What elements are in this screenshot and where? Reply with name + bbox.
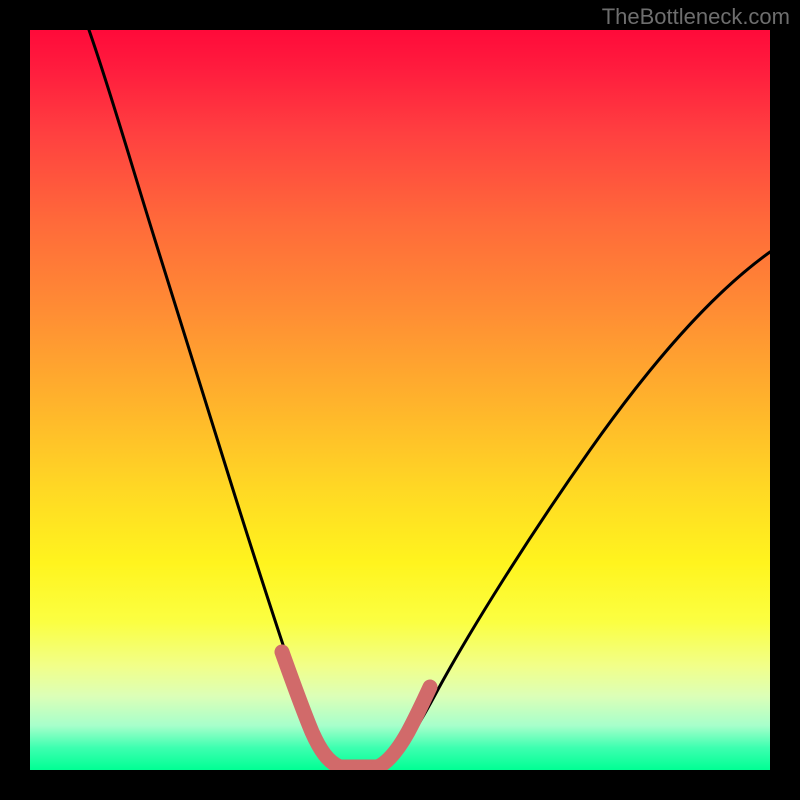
highlight-right <box>378 687 430 767</box>
bottleneck-curve <box>89 30 770 769</box>
highlight-left <box>282 652 350 768</box>
watermark-text: TheBottleneck.com <box>602 4 790 30</box>
curve-svg <box>30 30 770 770</box>
plot-area <box>30 30 770 770</box>
chart-frame: TheBottleneck.com <box>0 0 800 800</box>
